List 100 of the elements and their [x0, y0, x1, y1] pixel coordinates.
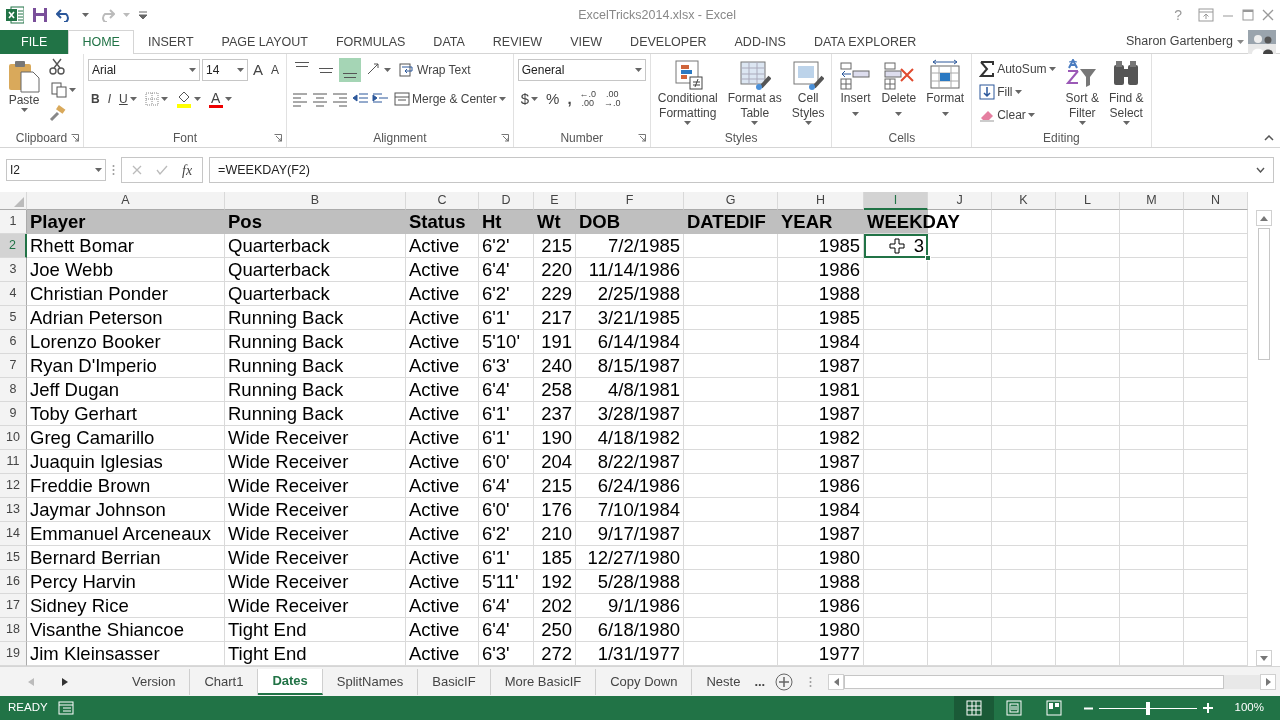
spreadsheet-cell[interactable]: Player	[27, 210, 225, 234]
ribbon-tab[interactable]: FORMULAS	[321, 30, 420, 54]
spreadsheet-cell[interactable]: Running Back	[225, 306, 406, 330]
spreadsheet-cell[interactable]: 6'1'	[479, 306, 534, 330]
spreadsheet-cell[interactable]: 6'4'	[479, 258, 534, 282]
row-header[interactable]: 7	[0, 354, 27, 378]
empty-cell[interactable]	[1120, 570, 1184, 594]
spreadsheet-cell[interactable]: Active	[406, 306, 479, 330]
empty-cell[interactable]	[992, 474, 1056, 498]
empty-cell[interactable]	[684, 234, 778, 258]
empty-cell[interactable]	[1120, 378, 1184, 402]
empty-cell[interactable]	[684, 546, 778, 570]
font-size-field[interactable]: 14	[202, 59, 248, 81]
spreadsheet-cell[interactable]: Jeff Dugan	[27, 378, 225, 402]
empty-cell[interactable]	[992, 498, 1056, 522]
spreadsheet-cell[interactable]: 6'2'	[479, 234, 534, 258]
empty-cell[interactable]	[684, 402, 778, 426]
empty-cell[interactable]	[1056, 618, 1120, 642]
fill-button[interactable]: Fill	[976, 80, 1059, 103]
ribbon-tab[interactable]: ADD-INS	[720, 30, 800, 54]
zoom-slider-thumb[interactable]	[1145, 701, 1150, 715]
zoom-level[interactable]: 100%	[1234, 699, 1264, 717]
caret-icon[interactable]	[941, 112, 949, 116]
spreadsheet-cell[interactable]: Lorenzo Booker	[27, 330, 225, 354]
row-header[interactable]: 19	[0, 642, 27, 666]
sheet-tab[interactable]: Neste	[692, 668, 745, 695]
empty-cell[interactable]	[928, 306, 992, 330]
spreadsheet-cell[interactable]: Active	[406, 426, 479, 450]
spreadsheet-cell[interactable]: Wide Receiver	[225, 426, 406, 450]
spreadsheet-cell[interactable]: Active	[406, 402, 479, 426]
empty-cell[interactable]	[992, 426, 1056, 450]
paste-button[interactable]: Paste	[4, 57, 44, 129]
caret-icon[interactable]	[82, 13, 89, 17]
cancel-icon[interactable]	[132, 165, 142, 175]
merge-center-button[interactable]: Merge & Center	[391, 87, 509, 111]
scroll-up-button[interactable]	[1256, 210, 1272, 226]
spreadsheet-cell[interactable]: 6'4'	[479, 618, 534, 642]
spreadsheet-cell[interactable]: 217	[534, 306, 576, 330]
empty-cell[interactable]	[1056, 426, 1120, 450]
spreadsheet-cell[interactable]: 1986	[778, 258, 864, 282]
empty-cell[interactable]	[992, 378, 1056, 402]
caret-icon[interactable]	[1014, 89, 1022, 94]
empty-cell[interactable]	[992, 546, 1056, 570]
caret-icon[interactable]	[384, 68, 392, 72]
increase-decimal-button[interactable]: ←.0 .00	[576, 87, 600, 111]
row-header[interactable]: 16	[0, 570, 27, 594]
empty-cell[interactable]	[1056, 306, 1120, 330]
empty-cell[interactable]	[864, 594, 928, 618]
spreadsheet-cell[interactable]: Active	[406, 546, 479, 570]
spreadsheet-cell[interactable]: Joe Webb	[27, 258, 225, 282]
empty-cell[interactable]	[992, 450, 1056, 474]
row-header[interactable]: 5	[0, 306, 27, 330]
spreadsheet-cell[interactable]: 2/25/1988	[576, 282, 684, 306]
spreadsheet-cell[interactable]: 6'4'	[479, 378, 534, 402]
spreadsheet-cell[interactable]: 1980	[778, 618, 864, 642]
empty-cell[interactable]	[992, 330, 1056, 354]
italic-button[interactable]: I	[104, 87, 114, 111]
row-header[interactable]: 1	[0, 210, 27, 234]
spreadsheet-cell[interactable]: Percy Harvin	[27, 570, 225, 594]
font-color-button[interactable]: A	[205, 87, 235, 111]
insert-button[interactable]: Insert	[836, 57, 875, 129]
vertical-align-button[interactable]	[339, 58, 362, 82]
spreadsheet-cell[interactable]: 3/21/1985	[576, 306, 684, 330]
spreadsheet-cell[interactable]: 6'0'	[479, 498, 534, 522]
find-select-button[interactable]: Find & Select	[1105, 57, 1147, 129]
empty-cell[interactable]	[864, 402, 928, 426]
spreadsheet-cell[interactable]: Quarterback	[225, 258, 406, 282]
empty-cell[interactable]	[684, 594, 778, 618]
column-header[interactable]: B	[225, 192, 406, 210]
spreadsheet-cell[interactable]: 8/15/1987	[576, 354, 684, 378]
empty-cell[interactable]	[684, 570, 778, 594]
spreadsheet-cell[interactable]: 6'2'	[479, 282, 534, 306]
empty-cell[interactable]	[1120, 450, 1184, 474]
spreadsheet-cell[interactable]: 3/28/1987	[576, 402, 684, 426]
spreadsheet-cell[interactable]: 176	[534, 498, 576, 522]
spreadsheet-cell[interactable]: Active	[406, 330, 479, 354]
empty-cell[interactable]	[864, 474, 928, 498]
dialog-launcher-icon[interactable]	[71, 134, 79, 142]
spreadsheet-cell[interactable]: Freddie Brown	[27, 474, 225, 498]
new-sheet-icon[interactable]	[775, 672, 794, 691]
row-header[interactable]: 10	[0, 426, 27, 450]
empty-cell[interactable]	[1120, 282, 1184, 306]
spreadsheet-cell[interactable]: Quarterback	[225, 234, 406, 258]
ribbon-tab[interactable]: DATA EXPLORER	[799, 30, 931, 54]
row-header[interactable]: 3	[0, 258, 27, 282]
empty-cell[interactable]	[928, 594, 992, 618]
empty-cell[interactable]	[992, 402, 1056, 426]
spreadsheet-cell[interactable]: 6'4'	[479, 474, 534, 498]
empty-cell[interactable]	[1120, 402, 1184, 426]
ribbon-tab[interactable]: DATA	[419, 30, 479, 54]
spreadsheet-cell[interactable]: 6'3'	[479, 354, 534, 378]
empty-cell[interactable]	[684, 378, 778, 402]
empty-cell[interactable]	[684, 282, 778, 306]
empty-cell[interactable]	[864, 282, 928, 306]
format-as-table-button[interactable]: Format as Table	[724, 57, 785, 129]
row-header[interactable]: 13	[0, 498, 27, 522]
name-box[interactable]: I2	[6, 159, 106, 181]
empty-cell[interactable]	[1120, 234, 1184, 258]
align-left-icon[interactable]	[291, 90, 310, 108]
zoom-in-icon[interactable]	[1202, 703, 1213, 713]
